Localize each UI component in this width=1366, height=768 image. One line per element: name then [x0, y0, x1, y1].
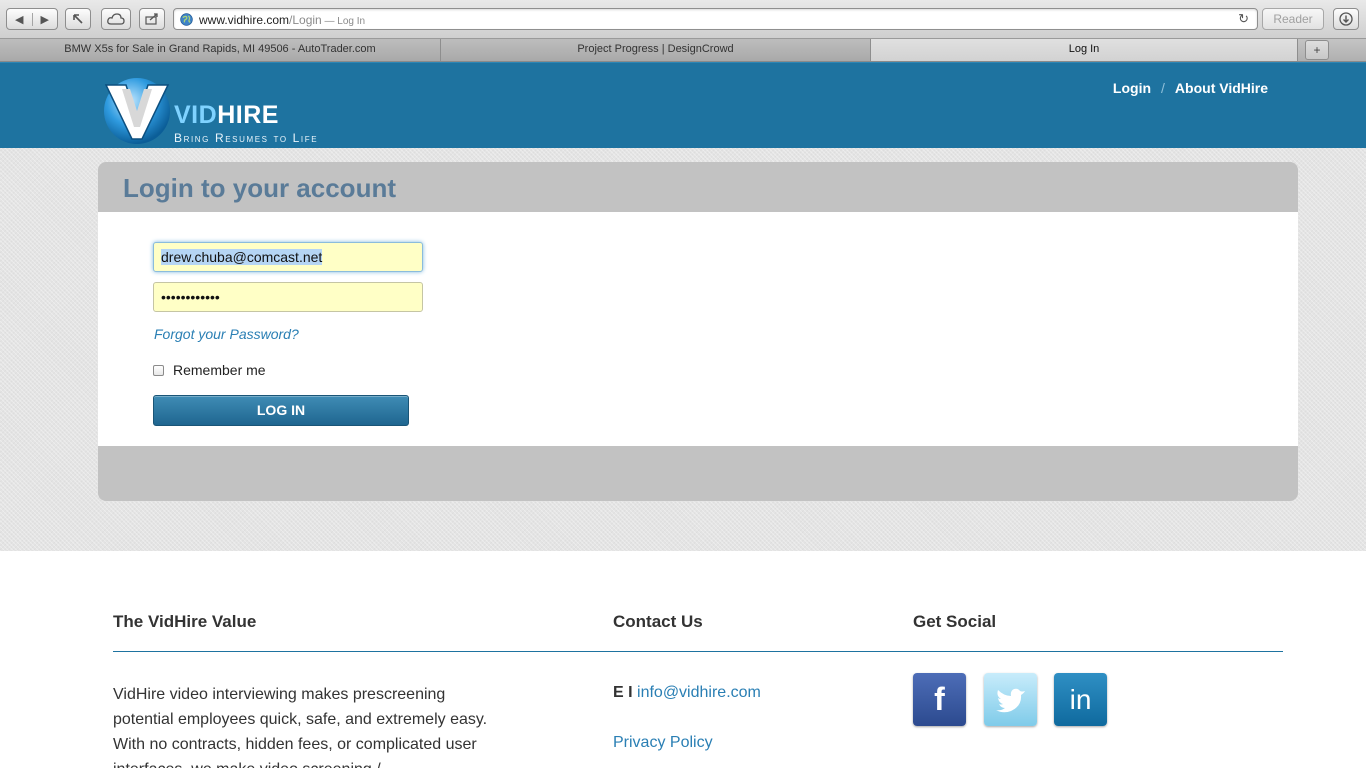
logo-wordmark: VIDHIRE	[174, 101, 279, 130]
twitter-icon	[995, 688, 1025, 712]
reader-button[interactable]: Reader	[1262, 8, 1324, 30]
contact-email: E I info@vidhire.com	[613, 684, 761, 702]
site-header: VIDHIRE Bring Resumes to Life Login / Ab…	[0, 62, 1366, 148]
back-forward-group: ◀ ▶	[6, 8, 58, 30]
icloud-tabs-button[interactable]	[101, 8, 131, 30]
password-field[interactable]: ••••••••••••	[153, 282, 423, 312]
nav-separator: /	[1161, 80, 1165, 96]
logo-v-icon	[104, 78, 170, 144]
download-icon	[1339, 12, 1353, 26]
downloads-button[interactable]	[1333, 8, 1359, 30]
address-bar[interactable]: www.vidhire.com/Login — Log In ↻	[173, 8, 1258, 30]
footer-divider	[113, 651, 1283, 652]
new-tab-button[interactable]: +	[1305, 40, 1329, 60]
cloud-icon	[107, 13, 125, 25]
tab-login[interactable]: Log In	[871, 39, 1298, 61]
reload-icon[interactable]: ↻	[1238, 11, 1249, 27]
site-footer: The VidHire Value Contact Us Get Social …	[0, 551, 1366, 768]
logo-hire: HIRE	[217, 101, 279, 129]
url-domain: www.vidhire.com	[199, 13, 290, 27]
email-field[interactable]: drew.chuba@comcast.net	[153, 242, 423, 272]
share-icon	[145, 13, 158, 25]
password-value: ••••••••••••	[161, 289, 220, 305]
remember-me-row: Remember me	[153, 362, 266, 378]
share-button[interactable]	[139, 8, 165, 30]
twitter-button[interactable]	[984, 673, 1037, 726]
browser-toolbar: ◀ ▶ www.vidhire.com/Login — Log In ↻ Rea…	[0, 0, 1366, 39]
facebook-icon: f	[934, 681, 945, 717]
logo-vid: VID	[174, 101, 218, 129]
logo-tagline: Bring Resumes to Life	[174, 131, 319, 145]
contact-email-link[interactable]: info@vidhire.com	[637, 684, 761, 701]
value-heading: The VidHire Value	[113, 612, 257, 631]
nav-about-link[interactable]: About VidHire	[1175, 80, 1268, 96]
login-form: drew.chuba@comcast.net •••••••••••• Forg…	[98, 212, 1298, 446]
history-icon	[73, 14, 83, 24]
facebook-button[interactable]: f	[913, 673, 966, 726]
linkedin-button[interactable]: in	[1054, 673, 1107, 726]
email-prefix: E I	[613, 684, 638, 701]
vidhire-logo[interactable]: VIDHIRE Bring Resumes to Life	[100, 71, 360, 145]
nav-login-link[interactable]: Login	[1113, 80, 1151, 96]
value-text: VidHire video interviewing makes prescre…	[113, 686, 488, 768]
forgot-password-link[interactable]: Forgot your Password?	[154, 326, 299, 342]
tab-autotrader[interactable]: BMW X5s for Sale in Grand Rapids, MI 495…	[0, 39, 441, 61]
remember-me-label[interactable]: Remember me	[173, 362, 266, 378]
url-text: www.vidhire.com/Login — Log In	[199, 13, 365, 27]
social-heading: Get Social	[913, 612, 997, 631]
login-button[interactable]: LOG IN	[153, 395, 409, 426]
history-button[interactable]	[65, 8, 91, 30]
email-value: drew.chuba@comcast.net	[161, 249, 323, 265]
globe-icon	[180, 13, 193, 26]
url-path: /Login	[289, 13, 322, 27]
login-title: Login to your account	[123, 173, 396, 203]
tab-bar: BMW X5s for Sale in Grand Rapids, MI 495…	[0, 39, 1366, 62]
back-button[interactable]: ◀	[7, 13, 32, 26]
privacy-policy-link[interactable]: Privacy Policy	[613, 734, 713, 752]
contact-heading: Contact Us	[613, 612, 703, 631]
linkedin-icon: in	[1069, 683, 1092, 715]
remember-me-checkbox[interactable]	[153, 364, 164, 376]
url-page-title: — Log In	[321, 16, 366, 27]
header-nav: Login / About VidHire	[1113, 80, 1268, 96]
tab-designcrowd[interactable]: Project Progress | DesignCrowd	[441, 39, 871, 61]
forward-button[interactable]: ▶	[31, 12, 58, 26]
login-panel: Login to your account drew.chuba@comcast…	[98, 162, 1298, 501]
